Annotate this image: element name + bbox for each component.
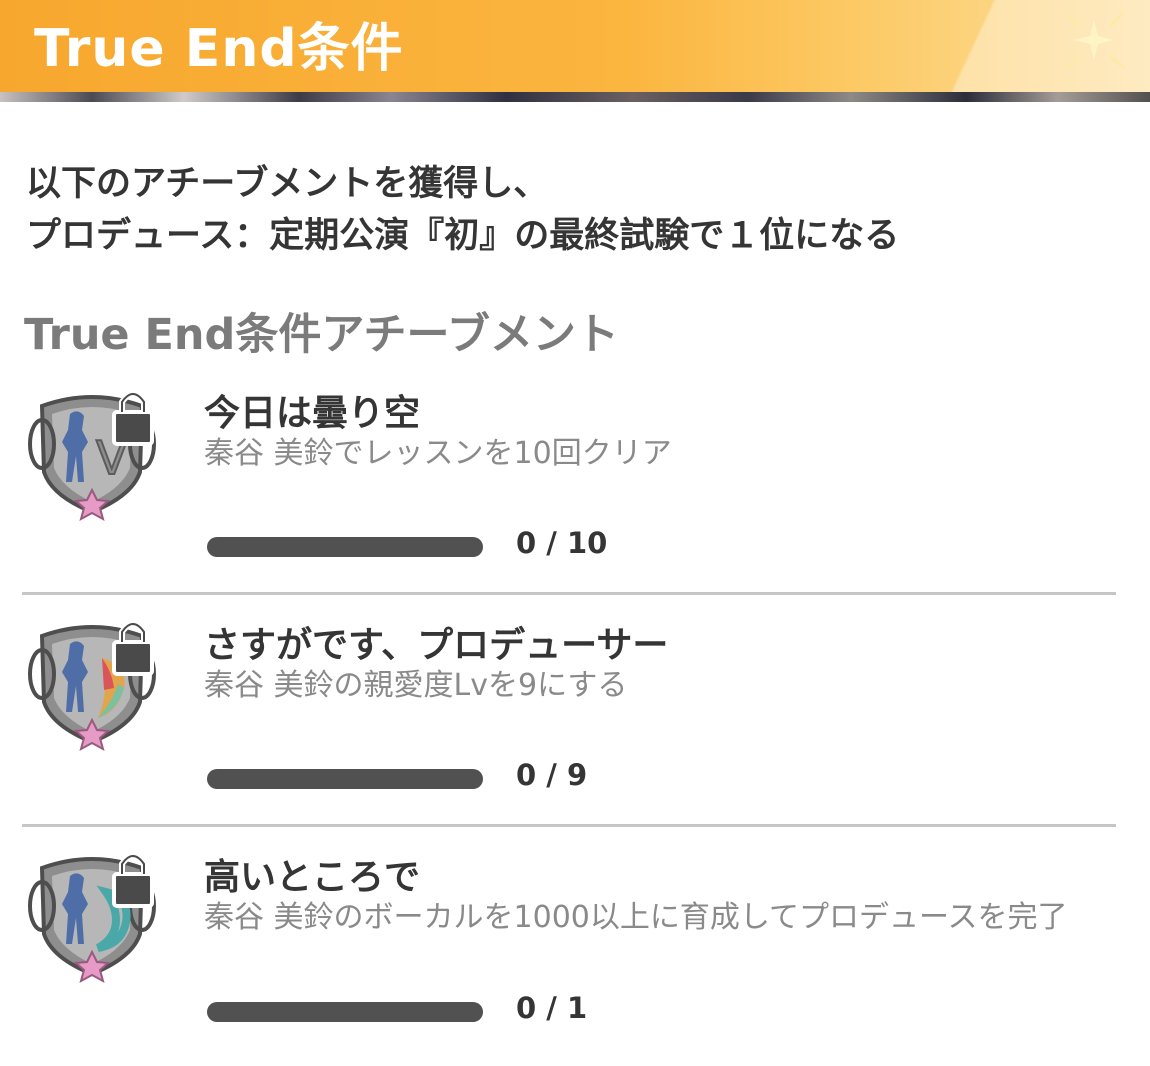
- achievement-description: 秦谷 美鈴のボーカルを1000以上に育成してプロデュースを完了: [204, 900, 1068, 935]
- locked-badge-icon: [28, 853, 156, 984]
- divider: [22, 824, 1116, 827]
- achievement-item[interactable]: V 今日は曇り空 秦谷 美鈴でレッスンを10回クリア 0 / 10: [0, 384, 1150, 564]
- progress-count: 0 / 10: [516, 526, 608, 560]
- progress-bar: [207, 537, 483, 557]
- progress-count: 0 / 1: [516, 991, 588, 1025]
- progress-bar: [207, 1002, 483, 1022]
- locked-badge-icon: V: [28, 391, 156, 522]
- condition-line-2: プロデュース：定期公演『初』の最終試験で１位になる: [26, 216, 900, 256]
- condition-description: 以下のアチーブメントを獲得し、 プロデュース：定期公演『初』の最終試験で１位にな…: [26, 158, 899, 262]
- header-banner: True End条件: [0, 0, 1150, 92]
- progress-bar: [207, 769, 483, 789]
- locked-badge-icon: [28, 621, 156, 752]
- achievement-description: 秦谷 美鈴の親愛度Lvを9にする: [204, 668, 628, 703]
- achievement-item[interactable]: さすがです、プロデューサー 秦谷 美鈴の親愛度Lvを9にする 0 / 9: [0, 614, 1150, 794]
- condition-line-1: 以下のアチーブメントを獲得し、: [26, 164, 549, 204]
- section-title: True End条件アチーブメント: [24, 310, 619, 360]
- achievement-item[interactable]: 高いところで 秦谷 美鈴のボーカルを1000以上に育成してプロデュースを完了 0…: [0, 846, 1150, 1036]
- banner-image-strip: [0, 92, 1150, 102]
- progress-count: 0 / 9: [516, 758, 588, 792]
- divider: [22, 592, 1116, 595]
- achievement-name: 今日は曇り空: [204, 393, 421, 434]
- achievement-description: 秦谷 美鈴でレッスンを10回クリア: [204, 436, 672, 471]
- page-title: True End条件: [34, 19, 404, 79]
- sparkle-icon: [1065, 12, 1125, 70]
- achievement-name: さすがです、プロデューサー: [204, 625, 669, 666]
- achievement-name: 高いところで: [204, 857, 421, 898]
